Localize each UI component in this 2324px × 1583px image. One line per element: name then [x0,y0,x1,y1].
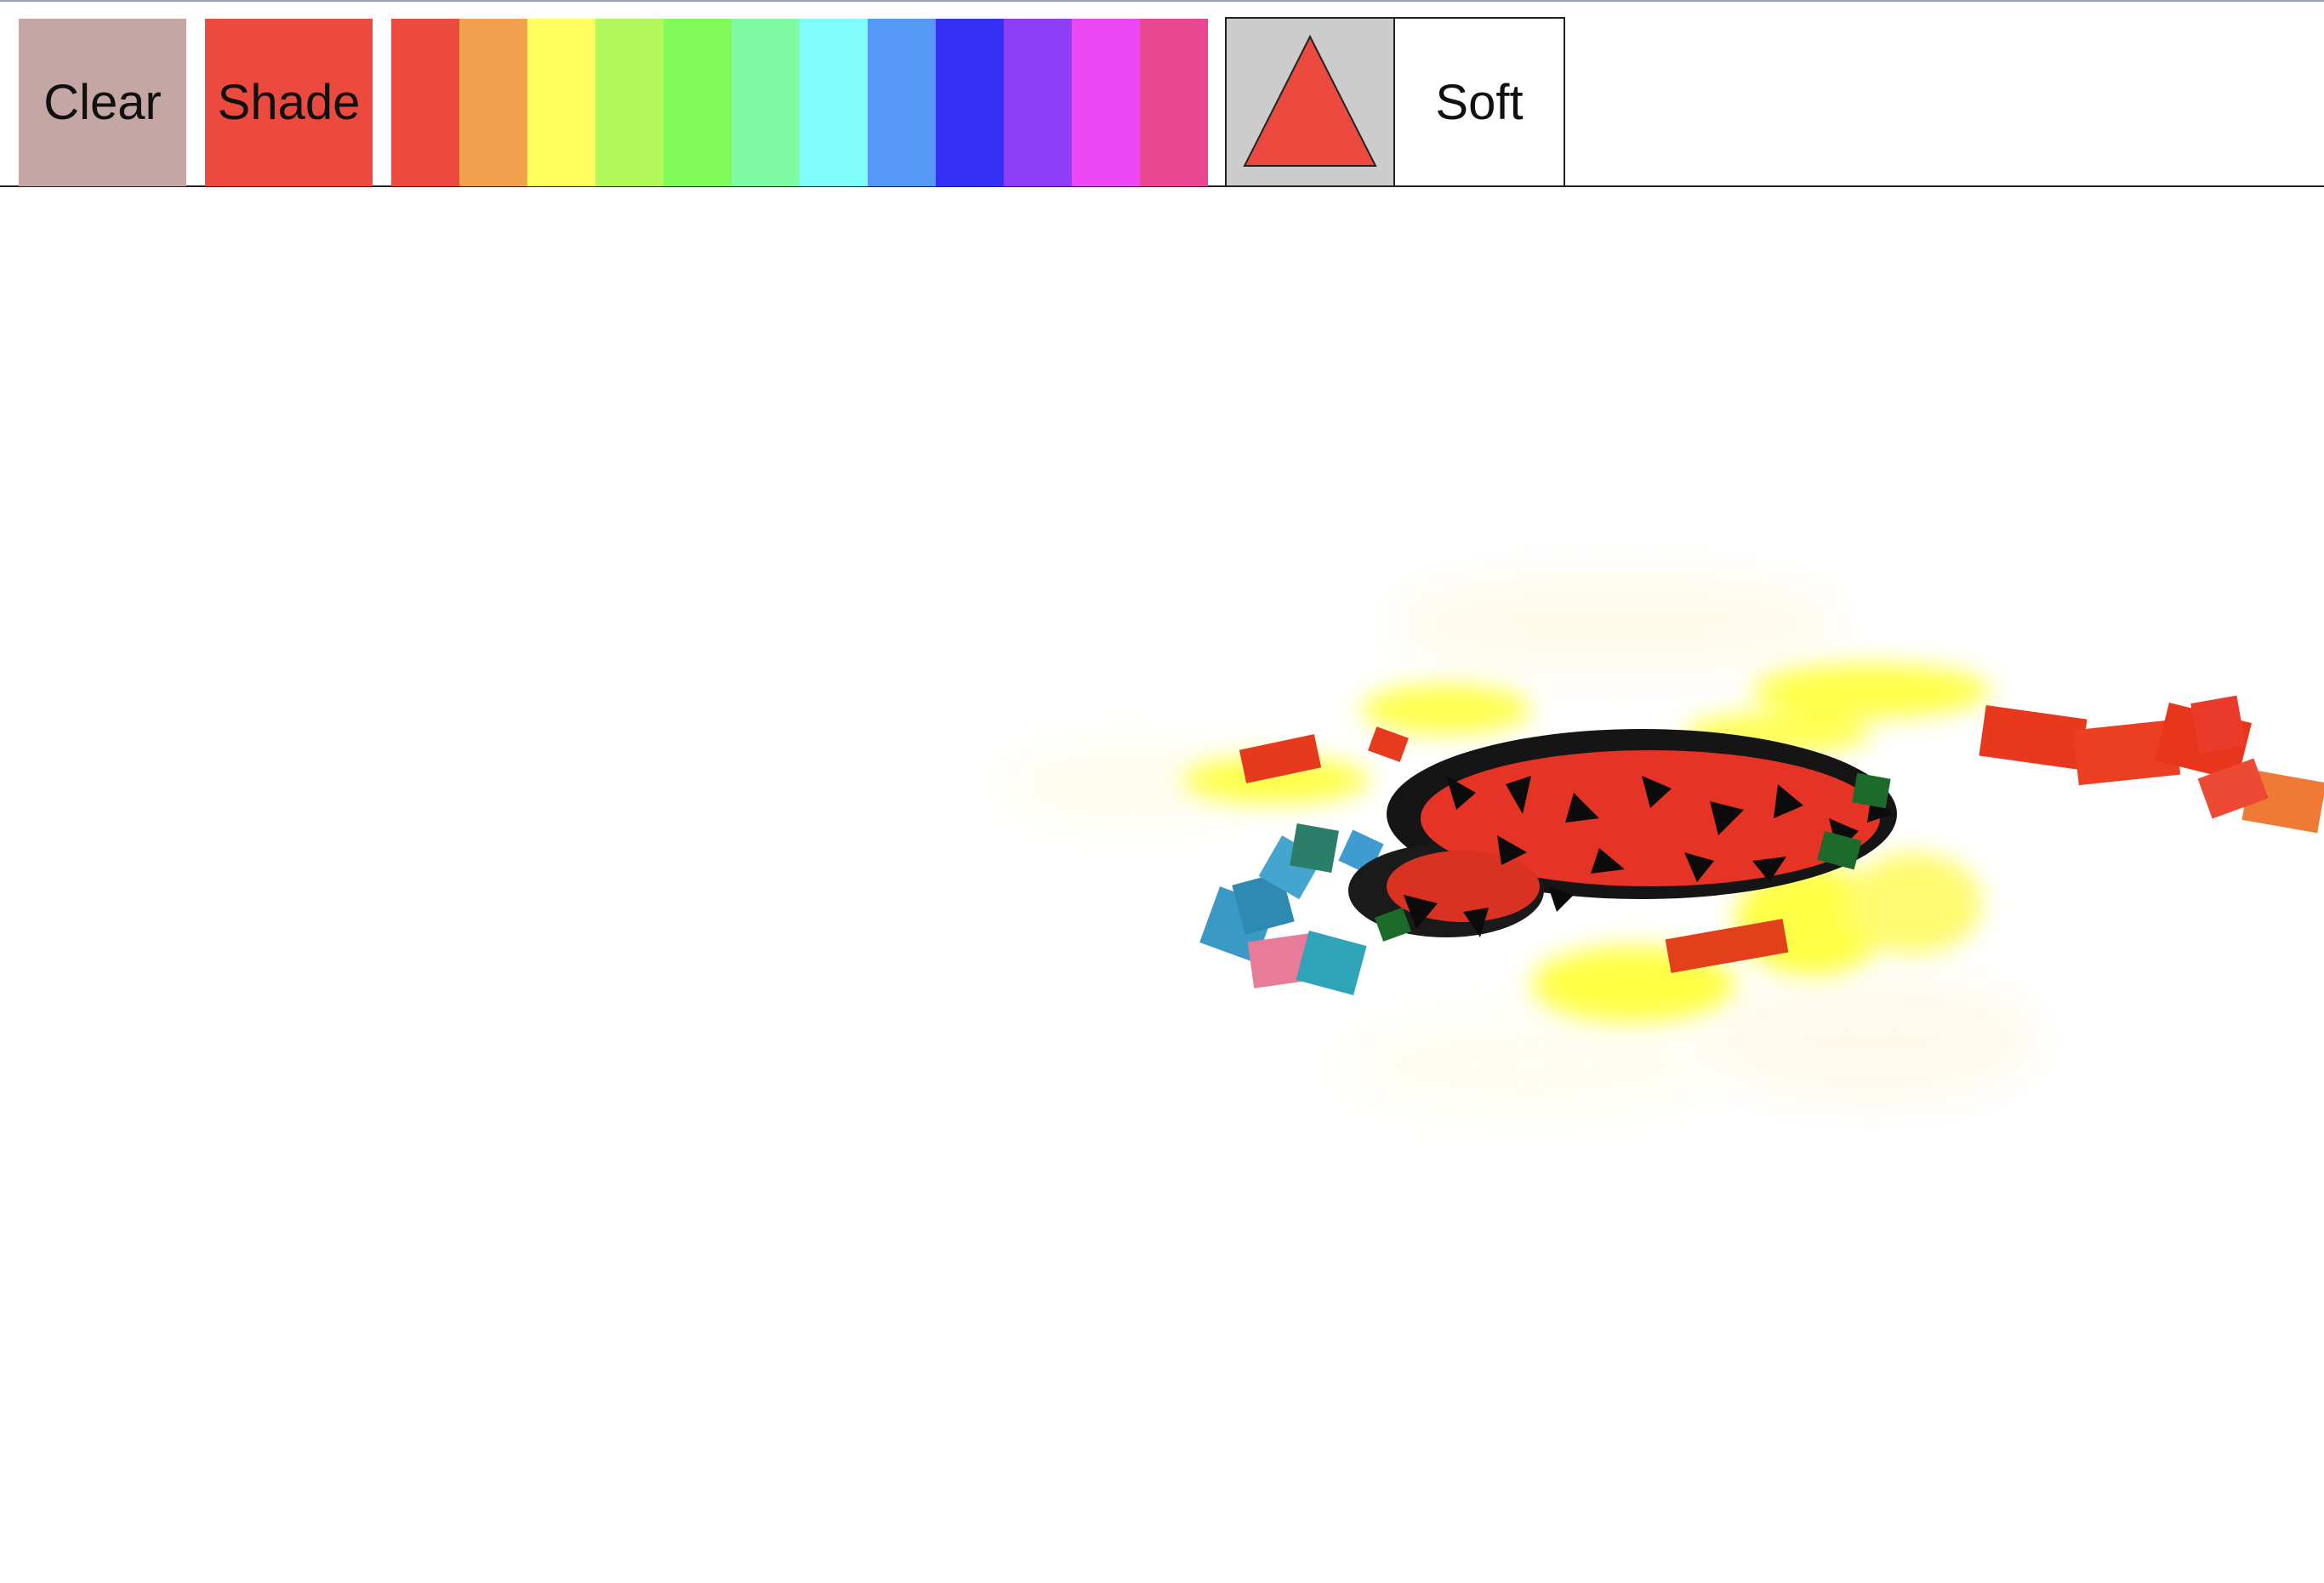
color-swatch-1[interactable] [391,19,459,186]
color-swatch-2[interactable] [459,19,527,186]
shade-button-label: Shade [217,75,361,130]
color-swatch-6[interactable] [732,19,800,186]
color-swatch-11[interactable] [1072,19,1140,186]
toolbar: Clear Shade Soft [0,0,2324,187]
color-swatch-10[interactable] [1004,19,1072,186]
teal-strokes [1199,823,1384,996]
brush-shape-button[interactable] [1225,17,1395,187]
soft-button-label: Soft [1435,74,1524,130]
color-swatch-5[interactable] [664,19,732,186]
clear-button-label: Clear [43,75,162,130]
shade-button[interactable]: Shade [205,19,373,186]
color-swatch-8[interactable] [868,19,936,186]
color-swatch-4[interactable] [595,19,664,186]
color-swatch-3[interactable] [527,19,595,186]
color-swatch-7[interactable] [800,19,868,186]
color-swatch-9[interactable] [936,19,1004,186]
triangle-icon [1243,34,1377,167]
color-swatch-12[interactable] [1140,19,1208,186]
clear-button[interactable]: Clear [19,19,186,186]
drawing-canvas[interactable] [0,189,2324,1583]
soft-button[interactable]: Soft [1393,17,1565,187]
color-palette [391,19,1208,186]
